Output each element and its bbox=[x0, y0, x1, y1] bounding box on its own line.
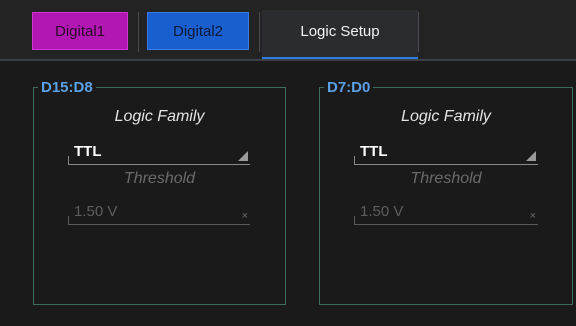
logic-family-label: Logic Family bbox=[401, 108, 491, 125]
tab-logic-setup-label: Logic Setup bbox=[300, 23, 380, 40]
logic-setup-dialog: Digital1 Digital2 Logic Setup D15:D8 Log… bbox=[0, 0, 576, 326]
group-d7-d0-title: D7:D0 bbox=[324, 79, 374, 96]
tab-digital1[interactable]: Digital1 bbox=[32, 12, 128, 50]
threshold-value: 1.50 V bbox=[360, 203, 404, 220]
clear-x-icon: × bbox=[529, 210, 536, 222]
tab-digital2-label: Digital2 bbox=[172, 22, 224, 40]
tab-divider bbox=[418, 12, 419, 52]
field-tick bbox=[68, 156, 69, 164]
logic-family-dropdown-d7-d0[interactable]: TTL bbox=[354, 141, 538, 165]
threshold-value: 1.50 V bbox=[74, 203, 118, 220]
tab-divider bbox=[138, 12, 139, 52]
logic-family-value: TTL bbox=[74, 143, 102, 160]
field-tick bbox=[354, 156, 355, 164]
logic-family-value: TTL bbox=[360, 143, 388, 160]
tab-divider bbox=[259, 12, 260, 52]
clear-x-icon: × bbox=[241, 210, 248, 222]
threshold-label: Threshold bbox=[123, 170, 196, 187]
dropdown-triangle-icon bbox=[526, 151, 536, 161]
logic-family-label: Logic Family bbox=[114, 108, 205, 125]
threshold-field-d15-d8[interactable]: 1.50 V × bbox=[68, 201, 250, 225]
group-d15-d8-title: D15:D8 bbox=[38, 79, 96, 96]
field-tick bbox=[68, 216, 69, 224]
threshold-label: Threshold bbox=[410, 170, 482, 187]
tab-bar-divider bbox=[0, 59, 576, 61]
field-tick bbox=[354, 216, 355, 224]
tab-digital1-label: Digital1 bbox=[54, 22, 106, 40]
logic-family-dropdown-d15-d8[interactable]: TTL bbox=[68, 141, 250, 165]
tab-bar: Digital1 Digital2 Logic Setup bbox=[0, 0, 576, 60]
threshold-field-d7-d0[interactable]: 1.50 V × bbox=[354, 201, 538, 225]
dropdown-triangle-icon bbox=[238, 151, 248, 161]
tab-logic-setup[interactable]: Logic Setup bbox=[262, 10, 418, 60]
tab-digital2[interactable]: Digital2 bbox=[147, 12, 249, 50]
